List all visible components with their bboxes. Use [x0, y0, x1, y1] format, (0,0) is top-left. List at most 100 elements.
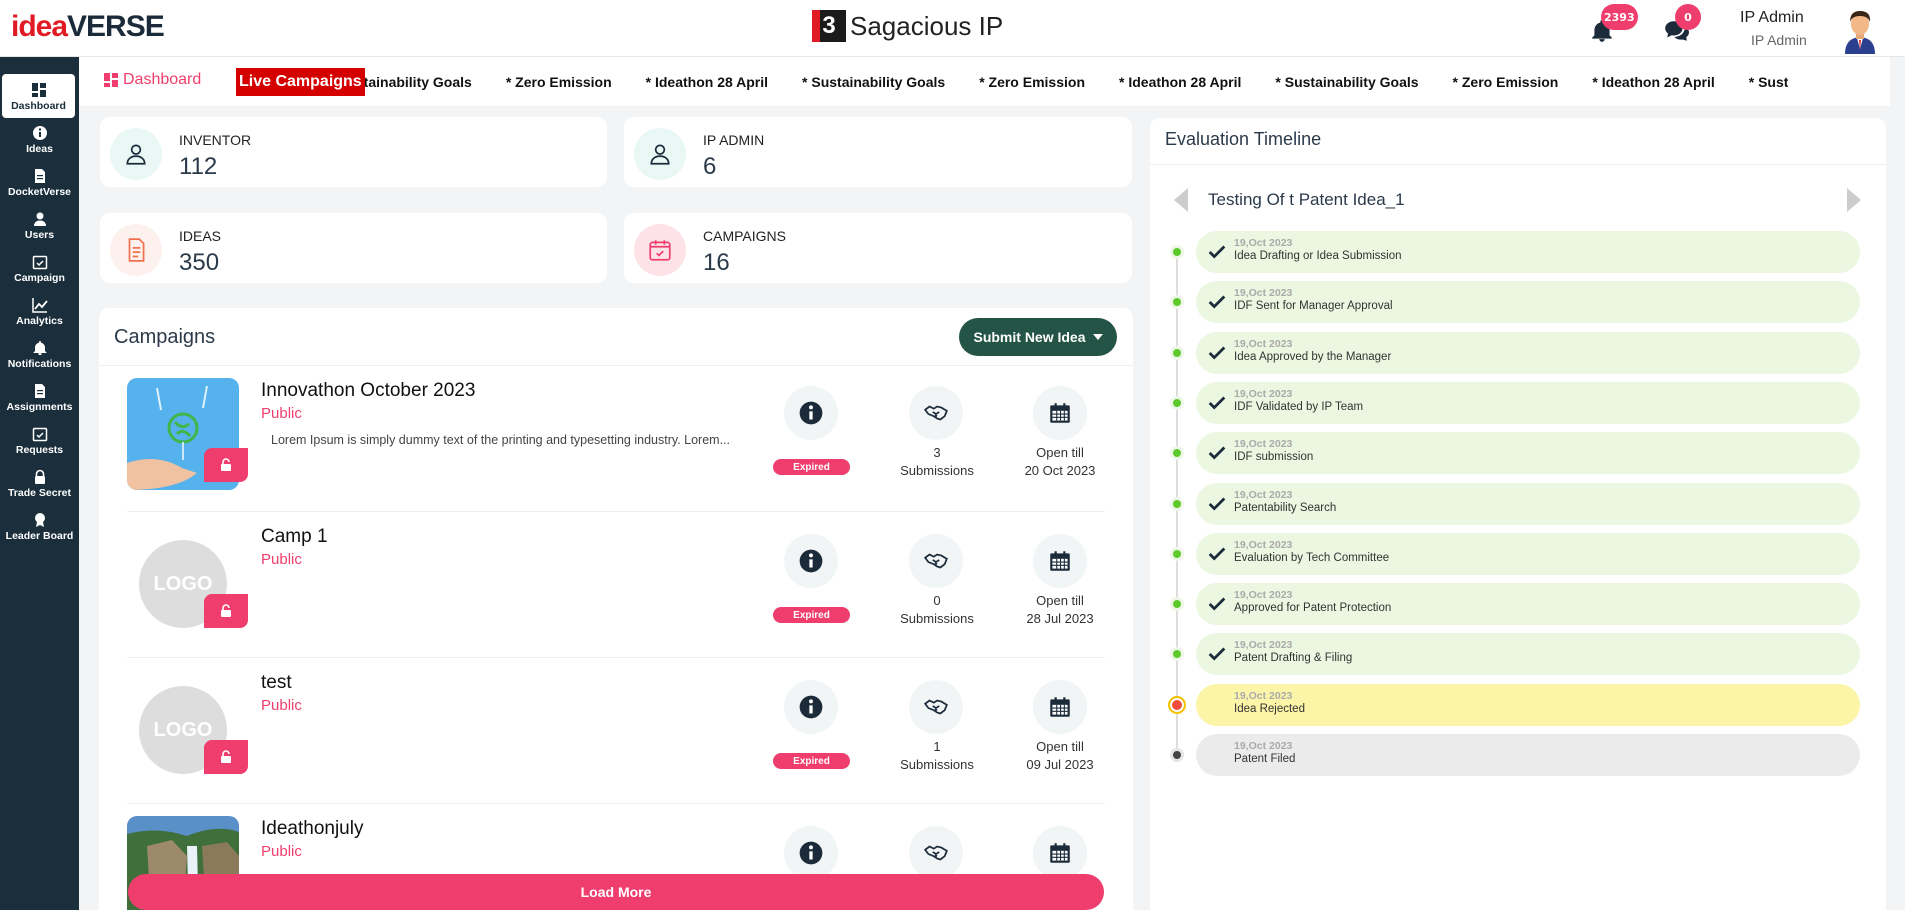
bell-icon: [33, 341, 46, 355]
ticker-item[interactable]: * Sustainability Goals: [1749, 74, 1788, 90]
user-name[interactable]: IP Admin: [1740, 9, 1804, 27]
stat-card-ip-admin[interactable]: IP ADMIN 6: [624, 117, 1132, 187]
open-date-button[interactable]: [1033, 826, 1087, 880]
submissions-button[interactable]: [909, 386, 963, 440]
submissions-button[interactable]: [909, 534, 963, 588]
sidebar-item-ideas[interactable]: Ideas: [0, 123, 79, 165]
ticker-item[interactable]: * Ideathon 28 April: [646, 74, 768, 90]
stat-label: INVENTOR: [179, 132, 252, 148]
sidebar-item-dashboard[interactable]: Dashboard: [2, 74, 75, 118]
timeline-step[interactable]: 19,Oct 2023 Patent Filed: [1196, 734, 1860, 776]
step-label: IDF submission: [1234, 451, 1314, 464]
campaign-name[interactable]: test: [261, 672, 292, 694]
sidebar-item-campaign[interactable]: Campaign: [0, 252, 79, 294]
sidebar-item-assignments[interactable]: Assignments: [0, 381, 79, 423]
step-label: Idea Drafting or Idea Submission: [1234, 250, 1402, 262]
check-icon: [1208, 497, 1226, 511]
timeline-step[interactable]: 19,Oct 2023 Patentability Search: [1196, 482, 1860, 525]
timeline-step[interactable]: 19,Oct 2023 Idea Drafting or Idea Submiss…: [1196, 231, 1860, 273]
notifications-button[interactable]: 2393: [1589, 4, 1638, 42]
document-icon: [110, 224, 162, 276]
ticker-item[interactable]: * Zero Emission: [1453, 74, 1559, 90]
handshake-icon: [923, 553, 948, 569]
sidebar-item-requests[interactable]: Requests: [0, 424, 79, 466]
campaign-name[interactable]: Camp 1: [261, 526, 328, 548]
evaluation-timeline-panel: Evaluation Timeline Testing Of t Patent …: [1150, 118, 1886, 910]
sidebar-item-docketverse[interactable]: DocketVerse: [0, 166, 79, 208]
timeline-step[interactable]: 19,Oct 2023 Evaluation by Tech Committee: [1196, 532, 1860, 575]
timeline-step[interactable]: 19,Oct 2023 Patent Drafting & Filing: [1196, 633, 1860, 676]
step-date: 19,Oct 2023: [1234, 639, 1293, 652]
ticker-item[interactable]: * Sustainability Goals: [1275, 74, 1418, 90]
stat-value: 112: [179, 153, 218, 180]
step-label: Approved for Patent Protection: [1234, 602, 1392, 615]
avatar[interactable]: [1835, 4, 1885, 54]
timeline-step[interactable]: 19,Oct 2023 IDF Validated by IP Team: [1196, 381, 1860, 424]
ticker-window: Sustainability Goals * Zero Emission * Ide…: [348, 68, 1788, 96]
dashboard-tab[interactable]: Dashboard: [103, 71, 201, 89]
campaign-info-button[interactable]: [784, 534, 838, 588]
campaign-info-button[interactable]: [784, 386, 838, 440]
ticker-item[interactable]: Sustainability Goals: [348, 74, 472, 90]
step-date: 19,Oct 2023: [1234, 387, 1293, 400]
calendar-check-icon: [32, 255, 47, 270]
next-arrow-icon[interactable]: [1847, 188, 1861, 212]
campaign-row[interactable]: LOGO test Public Expired 1 Submissions Op…: [127, 658, 1105, 804]
campaign-info-button[interactable]: [784, 680, 838, 734]
caret-down-icon: [1092, 334, 1103, 340]
previous-arrow-icon[interactable]: [1174, 188, 1188, 212]
timeline-step[interactable]: 19,Oct 2023 IDF submission: [1196, 432, 1860, 475]
sidebar-item-users[interactable]: Users: [0, 209, 79, 251]
open-till: Open till 09 Jul 2023: [1026, 739, 1094, 772]
submissions-button[interactable]: [909, 680, 963, 734]
submit-new-idea-button[interactable]: Submit New Idea: [959, 318, 1117, 356]
handshake-icon: [923, 405, 948, 421]
ticker-item[interactable]: * Ideathon 28 April: [1592, 74, 1714, 90]
timeline-step[interactable]: 19,Oct 2023 Idea Approved by the Manager: [1196, 331, 1860, 374]
submissions-count: 3 Submissions: [900, 445, 974, 478]
ticker-item[interactable]: * Zero Emission: [979, 74, 1085, 90]
sidebar-item-leader-board[interactable]: Leader Board: [0, 510, 79, 552]
campaign-name[interactable]: Innovathon October 2023: [261, 380, 475, 402]
messages-button[interactable]: 0: [1663, 4, 1701, 42]
sidebar-item-notifications[interactable]: Notifications: [0, 338, 79, 380]
timeline-dot: [1168, 695, 1186, 714]
timeline-dot: [1170, 345, 1184, 360]
check-icon: [1208, 346, 1226, 360]
timeline-dot: [1170, 395, 1184, 410]
status-badge: Expired: [773, 607, 850, 623]
stat-card-ideas[interactable]: IDEAS 350: [100, 213, 607, 283]
open-date-button[interactable]: [1033, 680, 1087, 734]
ticker-item[interactable]: * Zero Emission: [506, 74, 612, 90]
submissions-button[interactable]: [909, 826, 963, 880]
user-icon: [33, 212, 46, 226]
load-more-button[interactable]: Load More: [128, 874, 1104, 910]
campaign-row[interactable]: Innovathon October 2023 Public Lorem Ips…: [127, 366, 1105, 512]
stat-card-campaigns[interactable]: CAMPAIGNS 16: [624, 213, 1132, 283]
ticker-item[interactable]: * Sustainability Goals: [802, 74, 945, 90]
timeline-step[interactable]: 19,Oct 2023 Approved for Patent Protectio…: [1196, 583, 1860, 626]
timeline-step[interactable]: 19,Oct 2023 Idea Rejected: [1196, 683, 1860, 726]
open-date-button[interactable]: [1033, 386, 1087, 440]
open-till: Open till 28 Jul 2023: [1026, 593, 1094, 626]
campaign-info-button[interactable]: [784, 826, 838, 880]
campaign-row[interactable]: LOGO Camp 1 Public Expired 0 Submissions …: [127, 512, 1105, 658]
step-date: 19,Oct 2023: [1234, 237, 1293, 249]
sidebar-item-analytics[interactable]: Analytics: [0, 295, 79, 337]
stat-value: 6: [703, 153, 717, 180]
timeline-step[interactable]: 19,Oct 2023 IDF Sent for Manager Approval: [1196, 281, 1860, 324]
sidebar-item-trade-secret[interactable]: Trade Secret: [0, 467, 79, 509]
ticker-track: Sustainability Goals * Zero Emission * Ide…: [348, 74, 1788, 90]
stat-card-inventor[interactable]: INVENTOR 112: [100, 117, 607, 187]
document-icon: [34, 169, 45, 183]
calendar-check-icon: [634, 224, 686, 276]
calendar-icon: [1050, 551, 1070, 571]
campaign-name[interactable]: Ideathonjuly: [261, 818, 363, 840]
open-date-button[interactable]: [1033, 534, 1087, 588]
step-date: 19,Oct 2023: [1234, 538, 1293, 551]
ideaverse-logo[interactable]: ideaVERSE: [11, 10, 165, 44]
ticker-item[interactable]: * Ideathon 28 April: [1119, 74, 1241, 90]
notifications-count-badge: 2393: [1601, 4, 1638, 30]
calendar-icon: [1050, 697, 1070, 717]
dashboard-icon: [104, 73, 118, 87]
